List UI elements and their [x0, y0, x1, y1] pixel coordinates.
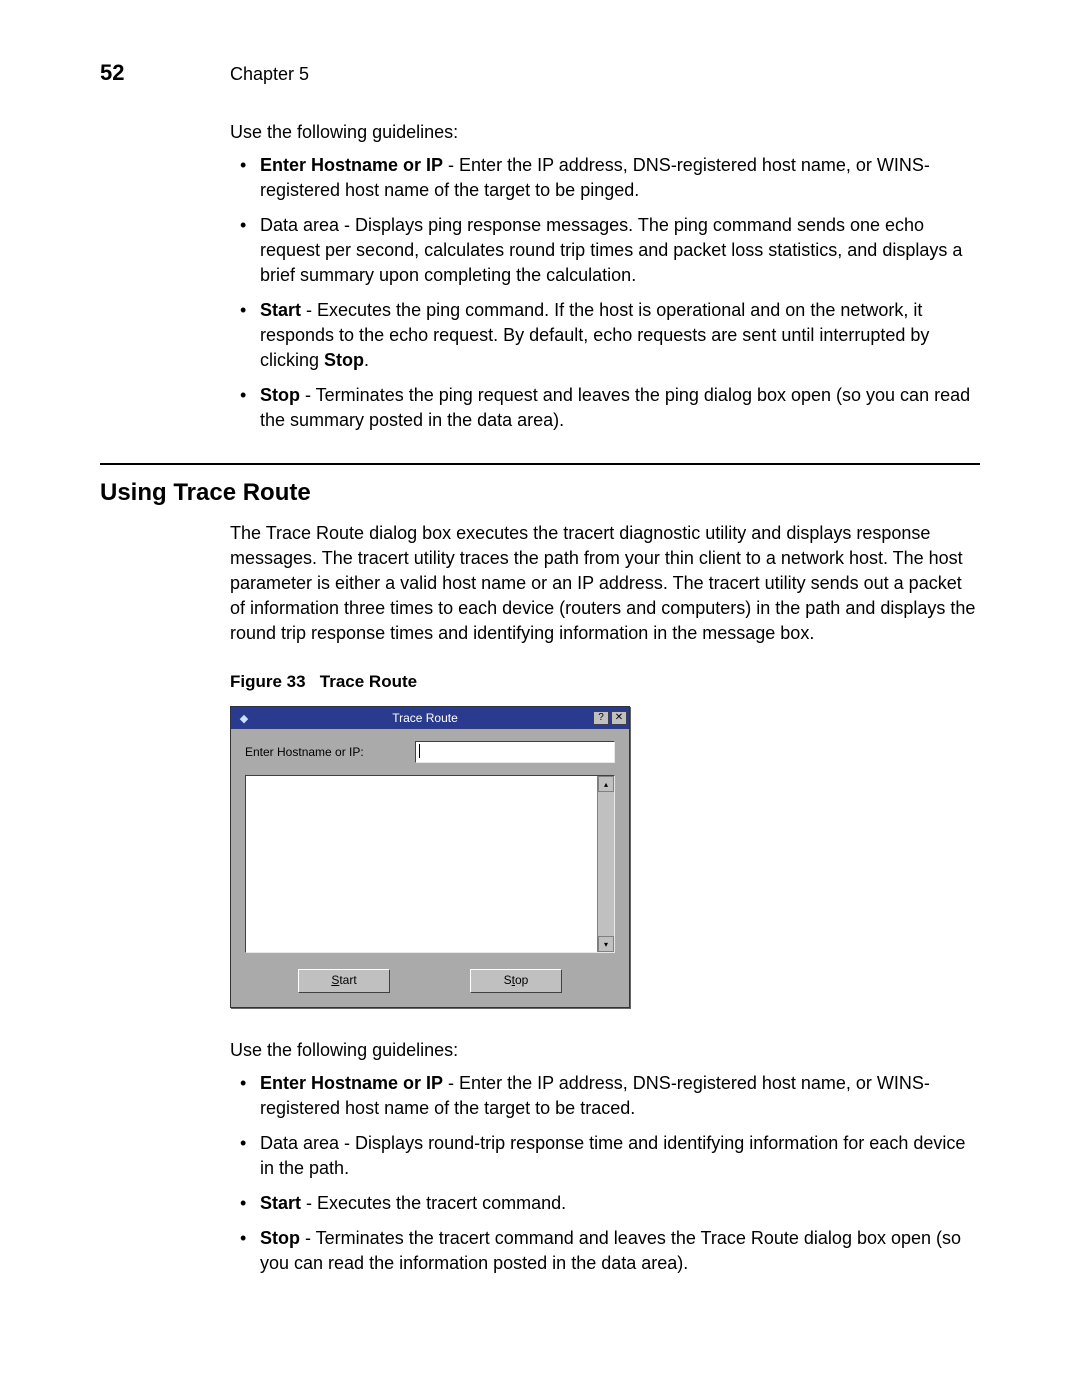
figure-number: Figure 33: [230, 672, 306, 691]
bullet-text: - Terminates the tracert command and lea…: [260, 1228, 961, 1273]
list-item: Enter Hostname or IP - Enter the IP addr…: [230, 1071, 980, 1121]
page-header: 52 Chapter 5: [100, 60, 980, 86]
dialog-button-row: Start Stop: [245, 969, 615, 993]
body-column-section2: The Trace Route dialog box executes the …: [230, 521, 980, 1276]
bullet-text: - Executes the tracert command.: [301, 1193, 566, 1213]
hostname-label: Enter Hostname or IP:: [245, 745, 415, 759]
bullet-lead: Stop: [260, 1228, 300, 1248]
bullet-text: - Terminates the ping request and leaves…: [260, 385, 970, 430]
page-number: 52: [100, 60, 230, 86]
dialog-titlebar: ◆ Trace Route ? ✕: [231, 707, 629, 729]
stop-label-rest: op: [515, 973, 528, 987]
scroll-down-button[interactable]: ▾: [598, 936, 614, 952]
list-item: Stop - Terminates the tracert command an…: [230, 1226, 980, 1276]
stop-button[interactable]: Stop: [470, 969, 562, 993]
trace-route-paragraph: The Trace Route dialog box executes the …: [230, 521, 980, 646]
section-heading: Using Trace Route: [100, 479, 980, 507]
list-item: Data area - Displays ping response messa…: [230, 213, 980, 288]
bullet-lead: Start: [260, 1193, 301, 1213]
bullet-text: Data area - Displays round-trip response…: [260, 1133, 965, 1178]
bullet-lead: Start: [260, 300, 301, 320]
help-button[interactable]: ?: [593, 711, 609, 725]
scroll-up-button[interactable]: ▴: [598, 776, 614, 792]
hostname-field-row: Enter Hostname or IP:: [245, 741, 615, 763]
dialog-title: Trace Route: [257, 711, 593, 725]
section-divider: [100, 463, 980, 465]
bullet-lead: Enter Hostname or IP: [260, 1073, 443, 1093]
start-button[interactable]: Start: [298, 969, 390, 993]
dialog-body: Enter Hostname or IP: ▴ ▾ Start Stop: [231, 729, 629, 1007]
list-item: Start - Executes the ping command. If th…: [230, 298, 980, 373]
list-item: Data area - Displays round-trip response…: [230, 1131, 980, 1181]
guidelines-intro-1: Use the following guidelines:: [230, 120, 980, 145]
bullet-tail-rest: .: [364, 350, 369, 370]
figure-title: Trace Route: [320, 672, 417, 691]
body-column-top: Use the following guidelines: Enter Host…: [230, 120, 980, 433]
close-button[interactable]: ✕: [611, 711, 627, 725]
list-item: Start - Executes the tracert command.: [230, 1191, 980, 1216]
window-buttons: ? ✕: [593, 711, 627, 725]
guidelines-intro-2: Use the following guidelines:: [230, 1038, 980, 1063]
bullet-text: Data area - Displays ping response messa…: [260, 215, 962, 285]
data-area[interactable]: ▴ ▾: [245, 775, 615, 953]
vertical-scrollbar[interactable]: ▴ ▾: [597, 776, 614, 952]
list-item: Enter Hostname or IP - Enter the IP addr…: [230, 153, 980, 203]
ping-guidelines-list: Enter Hostname or IP - Enter the IP addr…: [230, 153, 980, 433]
trace-route-dialog: ◆ Trace Route ? ✕ Enter Hostname or IP: …: [230, 706, 630, 1008]
document-page: 52 Chapter 5 Use the following guideline…: [0, 0, 1080, 1397]
trace-guidelines-list: Enter Hostname or IP - Enter the IP addr…: [230, 1071, 980, 1276]
bullet-lead: Stop: [260, 385, 300, 405]
hostname-input[interactable]: [415, 741, 615, 763]
bullet-lead: Enter Hostname or IP: [260, 155, 443, 175]
start-label-rest: tart: [339, 973, 356, 987]
text-caret: [419, 744, 420, 758]
figure-caption: Figure 33 Trace Route: [230, 672, 980, 692]
list-item: Stop - Terminates the ping request and l…: [230, 383, 980, 433]
chapter-label: Chapter 5: [230, 64, 309, 85]
system-menu-icon[interactable]: ◆: [235, 709, 253, 727]
bullet-tail-bold: Stop: [324, 350, 364, 370]
